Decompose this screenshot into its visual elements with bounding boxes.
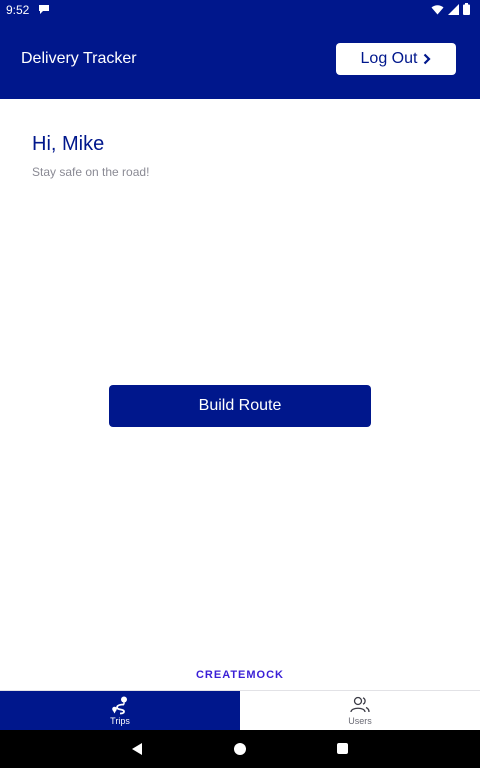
tab-users-label: Users bbox=[348, 716, 372, 726]
message-notification-icon bbox=[39, 5, 49, 14]
logout-label: Log Out bbox=[360, 50, 418, 67]
app-title: Delivery Tracker bbox=[21, 50, 137, 67]
tab-users[interactable]: Users bbox=[240, 691, 480, 730]
bottom-tab-bar: Trips Users bbox=[0, 690, 480, 730]
status-bar: 9:52 bbox=[0, 0, 480, 20]
greeting-heading: Hi, Mike bbox=[32, 133, 105, 155]
chevron-right-icon bbox=[424, 53, 432, 65]
route-icon bbox=[112, 696, 127, 715]
logout-button[interactable]: Log Out bbox=[336, 43, 456, 75]
back-icon[interactable] bbox=[130, 742, 144, 756]
recents-icon[interactable] bbox=[337, 743, 348, 754]
users-icon bbox=[350, 696, 370, 713]
status-time: 9:52 bbox=[6, 3, 30, 17]
home-icon[interactable] bbox=[234, 743, 246, 755]
battery-icon bbox=[463, 3, 470, 15]
tab-trips-label: Trips bbox=[110, 716, 130, 726]
build-route-label: Build Route bbox=[198, 397, 282, 414]
createmock-link[interactable]: CREATEMOCK bbox=[0, 669, 480, 681]
signal-icon bbox=[448, 3, 459, 15]
tab-trips[interactable]: Trips bbox=[0, 691, 240, 730]
wifi-icon bbox=[431, 4, 444, 14]
system-icons bbox=[431, 3, 470, 15]
build-route-button[interactable]: Build Route bbox=[109, 385, 371, 427]
app-bar: Delivery Tracker Log Out bbox=[0, 20, 480, 99]
greeting-subtitle: Stay safe on the road! bbox=[32, 165, 150, 179]
system-nav-bar bbox=[0, 730, 480, 768]
